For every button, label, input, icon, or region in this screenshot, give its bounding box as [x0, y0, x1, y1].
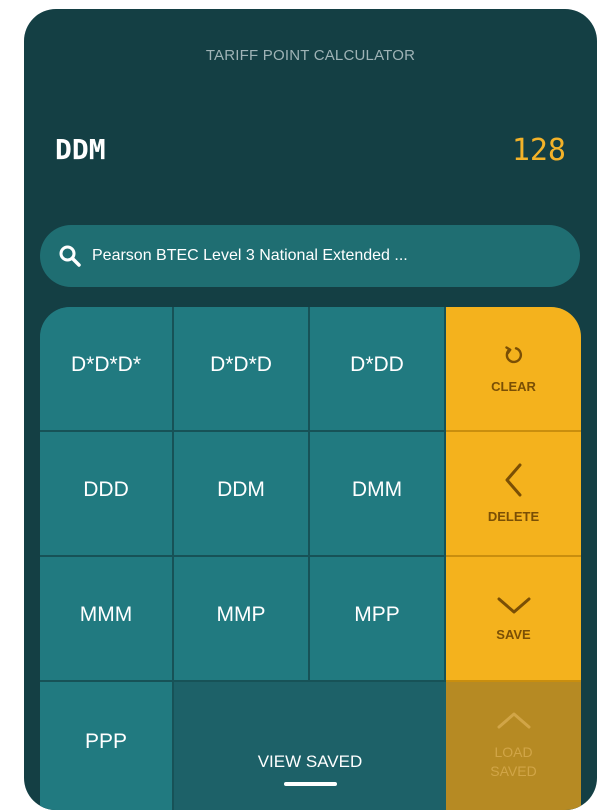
load-saved-button[interactable]: LOAD SAVED: [446, 682, 581, 810]
grade-key-ddd[interactable]: DDD: [40, 432, 174, 557]
qualification-search-bar[interactable]: Pearson BTEC Level 3 National Extended .…: [40, 225, 580, 287]
clear-label: CLEAR: [491, 379, 536, 394]
grade-key-ppp[interactable]: PPP: [40, 682, 174, 810]
clear-button[interactable]: CLEAR: [446, 307, 581, 432]
refresh-icon: [502, 343, 526, 379]
view-saved-panel: VIEW SAVED: [174, 682, 446, 810]
qualification-name: Pearson BTEC Level 3 National Extended .…: [92, 247, 408, 264]
grade-key-mmm[interactable]: MMM: [40, 557, 174, 682]
grade-key-dmm[interactable]: DMM: [310, 432, 446, 557]
grade-key-dstar-dstar-d[interactable]: D*D*D: [174, 307, 310, 432]
grade-key-ddm[interactable]: DDM: [174, 432, 310, 557]
delete-label: DELETE: [487, 509, 540, 524]
chevron-down-icon: [497, 595, 531, 627]
grade-key-dstar-dstar-dstar[interactable]: D*D*D*: [40, 307, 174, 432]
grade-key-mpp[interactable]: MPP: [310, 557, 446, 682]
tariff-points-display: 128: [511, 133, 566, 168]
view-saved-button[interactable]: VIEW SAVED: [174, 752, 446, 772]
grade-key-dstar-d-d[interactable]: D*DD: [310, 307, 446, 432]
save-label: SAVE: [496, 627, 531, 642]
load-saved-label: LOAD SAVED: [490, 744, 537, 779]
delete-button[interactable]: DELETE: [446, 432, 581, 557]
save-button[interactable]: SAVE: [446, 557, 581, 682]
app-title: TARIFF POINT CALCULATOR: [205, 47, 416, 64]
grade-keypad: D*D*D* D*D*D D*DD DDD DDM DMM MMM MMP MP…: [40, 307, 581, 810]
search-icon: [58, 244, 82, 268]
calculator-screen: TARIFF POINT CALCULATOR DDM 128 Pearson …: [24, 9, 597, 810]
grade-key-mmp[interactable]: MMP: [174, 557, 310, 682]
view-saved-indicator: [284, 782, 337, 786]
selected-grades-display: DDM: [55, 133, 106, 166]
chevron-left-icon: [504, 463, 524, 509]
chevron-up-icon: [497, 711, 531, 743]
